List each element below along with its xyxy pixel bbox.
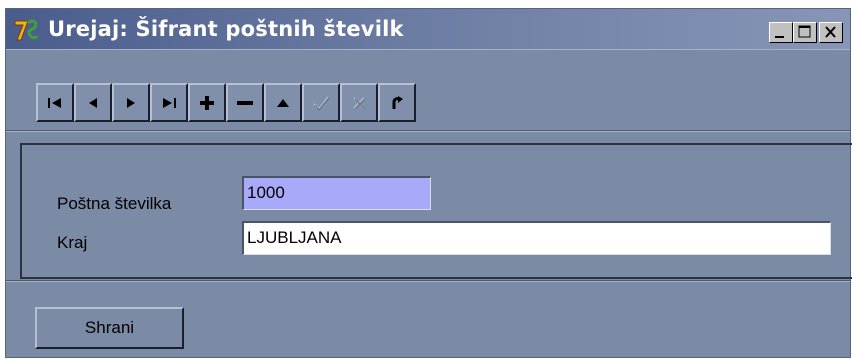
prior-icon: [89, 97, 97, 108]
separator-bottom: [6, 280, 850, 282]
minimize-button[interactable]: [769, 22, 793, 43]
close-button[interactable]: [819, 22, 843, 43]
up-triangle-icon: [277, 98, 289, 107]
insert-record-button[interactable]: [188, 83, 226, 122]
last-record-button[interactable]: [150, 83, 188, 122]
minus-icon: [237, 100, 253, 105]
postal-code-field[interactable]: 1000: [242, 176, 431, 210]
save-button[interactable]: Shrani: [35, 307, 184, 349]
app-window: Urejaj: Šifrant poštnih številk Poštna š…: [5, 8, 852, 358]
postal-code-label: Poštna številka: [57, 194, 172, 213]
maximize-button[interactable]: [793, 22, 817, 43]
x-icon: [353, 96, 366, 109]
maximize-icon: [798, 25, 811, 38]
first-icon: [48, 97, 61, 108]
last-icon: [163, 97, 176, 108]
plus-icon: [200, 95, 214, 110]
post-record-button[interactable]: [302, 83, 340, 122]
next-record-button[interactable]: [112, 83, 150, 122]
separator-top: [6, 130, 850, 132]
prior-record-button[interactable]: [74, 83, 112, 122]
toolbar-area: [6, 49, 850, 130]
city-field[interactable]: LJUBLJANA: [242, 221, 831, 255]
checkmark-icon: [313, 95, 330, 111]
city-label: Kraj: [57, 233, 88, 252]
edit-record-button[interactable]: [264, 83, 302, 122]
refresh-icon: [392, 95, 403, 109]
close-icon: [825, 26, 836, 38]
window-title: Urejaj: Šifrant poštnih številk: [48, 17, 404, 41]
next-icon: [127, 97, 135, 108]
db-navigator: [36, 83, 416, 122]
delete-record-button[interactable]: [226, 83, 264, 122]
first-record-button[interactable]: [36, 83, 74, 122]
title-bar[interactable]: Urejaj: Šifrant poštnih številk: [6, 9, 850, 49]
minimize-icon: [775, 36, 784, 38]
delphi-7-icon: [14, 19, 39, 41]
refresh-record-button[interactable]: [378, 83, 416, 122]
cancel-record-button[interactable]: [340, 83, 378, 122]
